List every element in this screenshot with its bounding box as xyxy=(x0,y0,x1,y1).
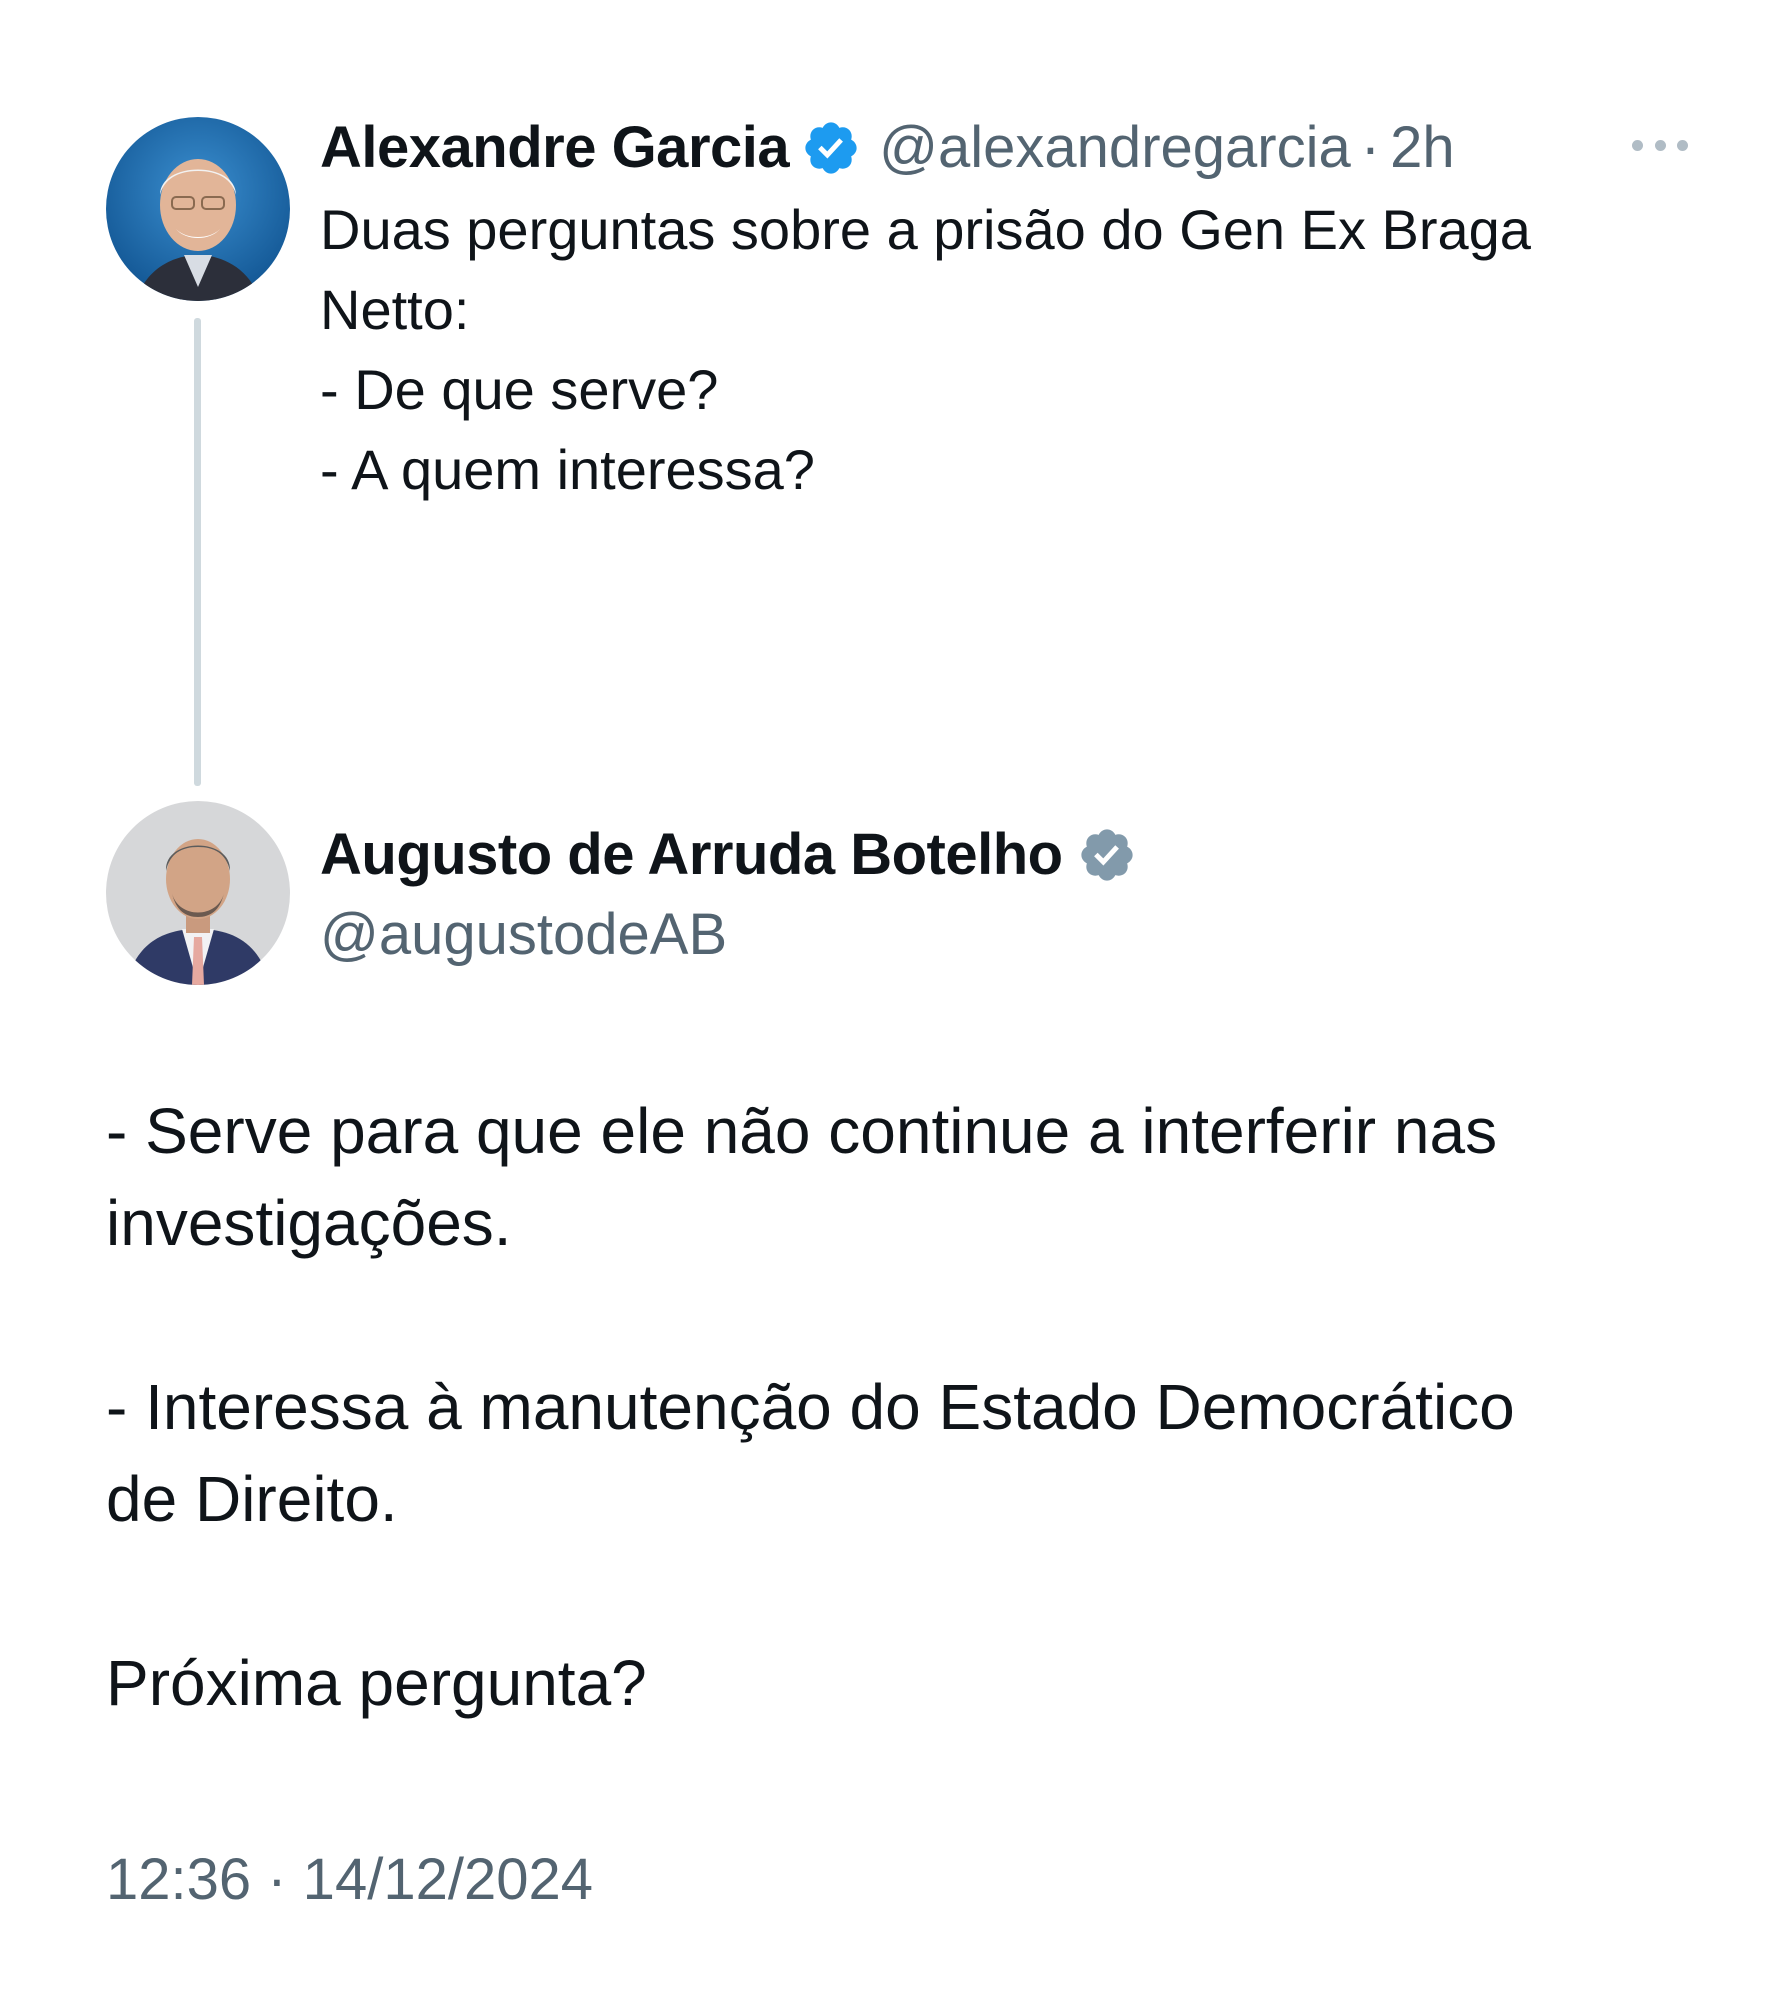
avatar-alexandre-garcia[interactable] xyxy=(106,117,290,301)
verified-badge-icon xyxy=(1077,825,1137,885)
author-handle[interactable]: @augustodeAB xyxy=(320,895,727,975)
post-timestamp[interactable]: 12:36 · 14/12/2024 xyxy=(106,1840,593,1920)
author-name[interactable]: Alexandre Garcia xyxy=(320,108,790,188)
thread-connector-line xyxy=(194,318,201,786)
verified-badge-icon xyxy=(801,118,861,178)
avatar-augusto-botelho[interactable] xyxy=(106,801,290,985)
author-handle[interactable]: @alexandregarcia xyxy=(879,108,1351,188)
tweet-2-text: - Serve para que ele não continue a inte… xyxy=(106,1095,1515,1719)
more-options-icon[interactable] xyxy=(1632,130,1688,160)
avatar-image xyxy=(106,117,290,301)
post-time[interactable]: 2h xyxy=(1390,108,1455,188)
author-name[interactable]: Augusto de Arruda Botelho xyxy=(320,815,1063,895)
avatar-image xyxy=(106,801,290,985)
tweet-1-header: Alexandre Garcia @alexandregarcia · 2h xyxy=(320,108,1455,188)
tweet-1-text: Duas perguntas sobre a prisão do Gen Ex … xyxy=(320,198,1531,501)
tweet-2-header: Augusto de Arruda Botelho xyxy=(320,815,1155,895)
separator-dot: · xyxy=(1360,115,1381,180)
